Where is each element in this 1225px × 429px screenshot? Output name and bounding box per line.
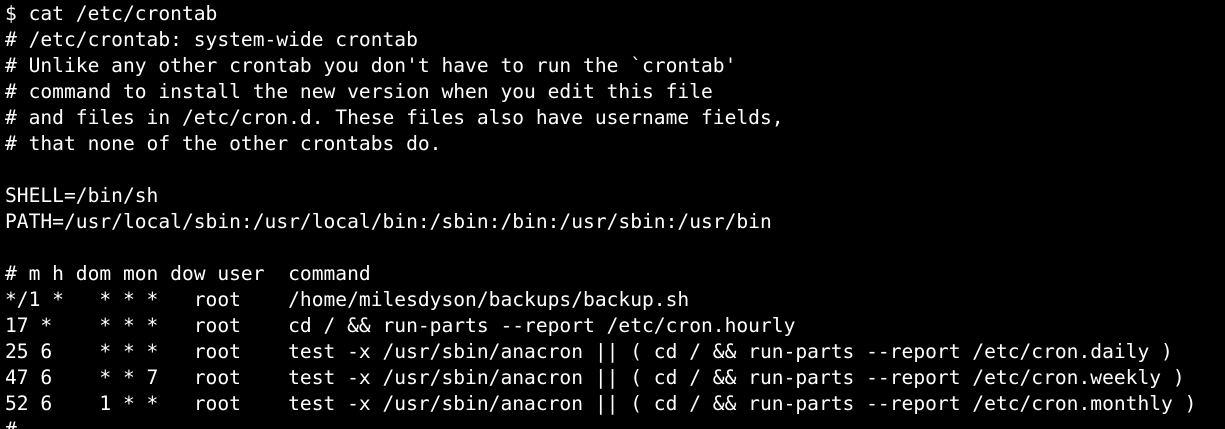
cron-job-line: 17 * * * * root cd / && run-parts --repo… — [5, 314, 796, 337]
crontab-comment-line: # /etc/crontab: system-wide crontab — [5, 28, 418, 51]
crontab-comment-line: # that none of the other crontabs do. — [5, 132, 442, 155]
crontab-comment-line: # and files in /etc/cron.d. These files … — [5, 106, 784, 129]
cron-job-line: 47 6 * * 7 root test -x /usr/sbin/anacro… — [5, 366, 1185, 389]
crontab-comment-line: # — [5, 417, 1225, 429]
crontab-comment-line: # Unlike any other crontab you don't hav… — [5, 54, 737, 77]
cron-job-line: 52 6 1 * * root test -x /usr/sbin/anacro… — [5, 392, 1197, 415]
path-variable-line: PATH=/usr/local/sbin:/usr/local/bin:/sbi… — [5, 210, 772, 233]
crontab-comment-line: # command to install the new version whe… — [5, 80, 713, 103]
command-line: $ cat /etc/crontab — [5, 2, 218, 25]
shell-variable-line: SHELL=/bin/sh — [5, 184, 159, 207]
cron-job-line: */1 * * * * root /home/milesdyson/backup… — [5, 288, 690, 311]
crontab-header-line: # m h dom mon dow user command — [5, 262, 371, 285]
cron-job-line: 25 6 * * * root test -x /usr/sbin/anacro… — [5, 340, 1173, 363]
terminal-window[interactable]: $ cat /etc/crontab # /etc/crontab: syste… — [0, 0, 1225, 429]
